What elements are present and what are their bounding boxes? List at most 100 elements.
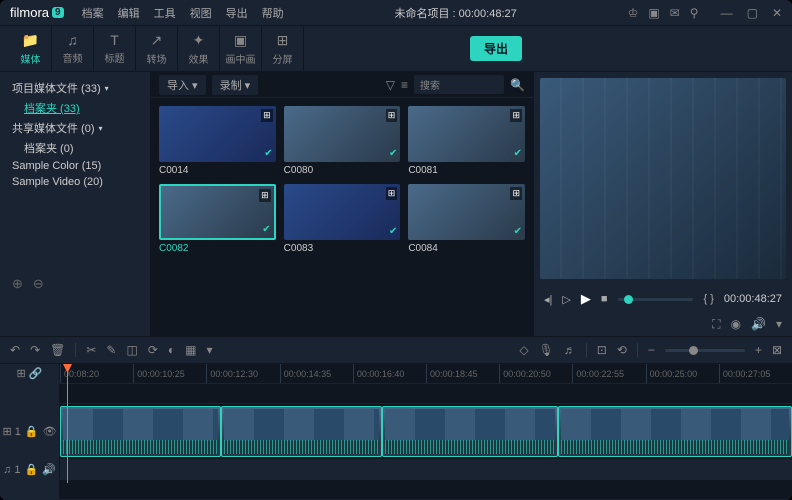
music-icon: ♫: [67, 32, 78, 48]
clip-item[interactable]: ⊞✔C0081: [408, 106, 525, 176]
import-dropdown[interactable]: 导入 ▾: [159, 75, 206, 95]
render-button[interactable]: ⟲: [617, 343, 627, 357]
split-icon: ⊞: [277, 32, 289, 49]
playhead[interactable]: [67, 364, 68, 483]
zoom-to-fit-button[interactable]: ⊠: [772, 343, 782, 357]
text-icon: T: [110, 32, 119, 48]
user-icon[interactable]: ♔: [628, 6, 639, 20]
timeline-toolbar: ↶ ↷ 🗑 ✂ ✎ ◫ ⟳ ◐ ▦ ▾ ◇ 🎙 ♬ ⊡ ⟲ − + ⊠: [0, 336, 792, 364]
tab-effects[interactable]: ✦效果: [178, 26, 220, 71]
volume-icon[interactable]: 🔊: [751, 317, 766, 332]
stop-button[interactable]: ■: [601, 293, 608, 305]
preview-panel: ◂| ▷ ▶ ■ { } 00:00:48:27 ⛶ ◉ 🔊 ▾: [534, 72, 792, 336]
markers-button[interactable]: { }: [703, 293, 713, 305]
menu-help[interactable]: 帮助: [262, 5, 284, 21]
menu-view[interactable]: 视图: [190, 5, 212, 21]
step-back-button[interactable]: ▷: [562, 293, 570, 306]
video-track-head[interactable]: ⊞ 1 🔒 👁: [0, 404, 60, 459]
clip-item[interactable]: ⊞✔C0080: [284, 106, 401, 176]
zoom-out-button[interactable]: −: [648, 343, 655, 357]
clip-item[interactable]: ⊞✔C0084: [408, 184, 525, 254]
lock-icon[interactable]: 🔒: [25, 463, 39, 476]
mail-icon[interactable]: ✉: [670, 6, 680, 20]
tree-folder-selected[interactable]: 档案夹 (33): [6, 98, 144, 118]
speed-button[interactable]: ⟳: [148, 343, 158, 357]
menu-file[interactable]: 档案: [82, 5, 104, 21]
export-button[interactable]: 导出: [470, 36, 522, 61]
tab-split[interactable]: ⊞分屏: [262, 26, 304, 71]
marker-button[interactable]: ◇: [519, 343, 528, 357]
fullscreen-icon[interactable]: ⛶: [712, 317, 720, 332]
color-button[interactable]: ◐: [168, 343, 175, 357]
search-icon[interactable]: 🔍: [510, 78, 525, 92]
delete-button[interactable]: 🗑: [50, 343, 65, 357]
tree-project-media[interactable]: 项目媒体文件 (33)▾: [6, 78, 144, 98]
tool-tabs: 📁媒体 ♫音频 T标题 ↗转场 ✦效果 ▣画中画 ⊞分屏 导出: [0, 26, 792, 72]
timeline-clip[interactable]: [558, 406, 792, 457]
check-icon: ✔: [262, 224, 270, 235]
zoom-fit-button[interactable]: ⊡: [597, 343, 607, 357]
tab-pip[interactable]: ▣画中画: [220, 26, 262, 71]
tab-media[interactable]: 📁媒体: [10, 26, 52, 71]
prev-frame-button[interactable]: ◂|: [544, 293, 552, 306]
timeline-clip[interactable]: [221, 406, 382, 457]
redo-button[interactable]: ↷: [30, 343, 40, 357]
tree-sample-color[interactable]: Sample Color (15): [6, 158, 144, 174]
close-button[interactable]: ✕: [772, 6, 782, 20]
timeline: ⊞ 🔗 00:08:20 00:00:10:25 00:00:12:30 00:…: [0, 364, 792, 500]
play-button[interactable]: ▶: [581, 291, 591, 307]
green-screen-button[interactable]: ▦: [185, 343, 196, 357]
tree-folder-empty[interactable]: 档案夹 (0): [6, 138, 144, 158]
zoom-in-button[interactable]: +: [755, 343, 762, 357]
timeline-clip[interactable]: [382, 406, 558, 457]
track-manager-button[interactable]: ⊞ 🔗: [0, 364, 60, 383]
video-track[interactable]: ⊞ 1 🔒 👁: [0, 404, 792, 460]
pip-icon: ▣: [234, 32, 247, 49]
settings-icon[interactable]: ▾: [776, 317, 782, 332]
media-sidebar: 项目媒体文件 (33)▾ 档案夹 (33) 共享媒体文件 (0)▾ 档案夹 (0…: [0, 72, 150, 336]
mic-record-button[interactable]: 🎙: [539, 343, 554, 357]
tree-shared-media[interactable]: 共享媒体文件 (0)▾: [6, 118, 144, 138]
titlebar: filmora9 档案 编辑 工具 视图 导出 帮助 未命名项目 : 00:00…: [0, 0, 792, 26]
mic-icon[interactable]: ⚲: [690, 6, 699, 20]
mute-icon[interactable]: 🔊: [42, 463, 56, 476]
menu-tools[interactable]: 工具: [154, 5, 176, 21]
timeline-clip[interactable]: [60, 406, 221, 457]
delete-folder-icon[interactable]: ⊖: [33, 276, 44, 292]
preview-screen[interactable]: [540, 78, 786, 279]
zoom-slider[interactable]: [665, 349, 745, 352]
menu-edit[interactable]: 编辑: [118, 5, 140, 21]
audio-track[interactable]: ♫ 1 🔒 🔊: [0, 460, 792, 480]
audio-track-head[interactable]: ♫ 1 🔒 🔊: [0, 460, 60, 479]
cut-button[interactable]: ✂: [86, 343, 96, 357]
notification-icon[interactable]: ▣: [648, 6, 659, 20]
tab-titles[interactable]: T标题: [94, 26, 136, 71]
snapshot-icon[interactable]: ◉: [731, 317, 741, 332]
filter-icon[interactable]: ▽: [386, 78, 395, 92]
clip-item-selected[interactable]: ⊞✔C0082: [159, 184, 276, 254]
record-dropdown[interactable]: 录制 ▾: [212, 75, 259, 95]
menu-export[interactable]: 导出: [226, 5, 248, 21]
clip-item[interactable]: ⊞✔C0083: [284, 184, 401, 254]
crop-button[interactable]: ◫: [126, 343, 137, 357]
edit-button[interactable]: ✎: [106, 343, 116, 357]
clip-badge-icon: ⊞: [261, 109, 273, 122]
progress-slider[interactable]: [618, 298, 694, 301]
lock-icon[interactable]: 🔒: [25, 425, 39, 438]
maximize-button[interactable]: ▢: [747, 6, 758, 20]
new-folder-icon[interactable]: ⊕: [12, 276, 23, 292]
clip-item[interactable]: ⊞✔C0014: [159, 106, 276, 176]
minimize-button[interactable]: —: [721, 6, 733, 20]
visibility-icon[interactable]: 👁: [43, 425, 57, 438]
timeline-ruler[interactable]: 00:08:20 00:00:10:25 00:00:12:30 00:00:1…: [60, 364, 792, 383]
search-input[interactable]: 搜索: [414, 75, 504, 94]
check-icon: ✔: [389, 226, 397, 237]
sort-icon[interactable]: ≡: [401, 78, 408, 92]
tree-sample-video[interactable]: Sample Video (20): [6, 174, 144, 190]
chevron-down-icon[interactable]: ▾: [206, 343, 212, 357]
audio-mixer-button[interactable]: ♬: [564, 343, 576, 357]
tab-audio[interactable]: ♫音频: [52, 26, 94, 71]
tab-transitions[interactable]: ↗转场: [136, 26, 178, 71]
app-logo: filmora9: [10, 5, 64, 20]
undo-button[interactable]: ↶: [10, 343, 20, 357]
